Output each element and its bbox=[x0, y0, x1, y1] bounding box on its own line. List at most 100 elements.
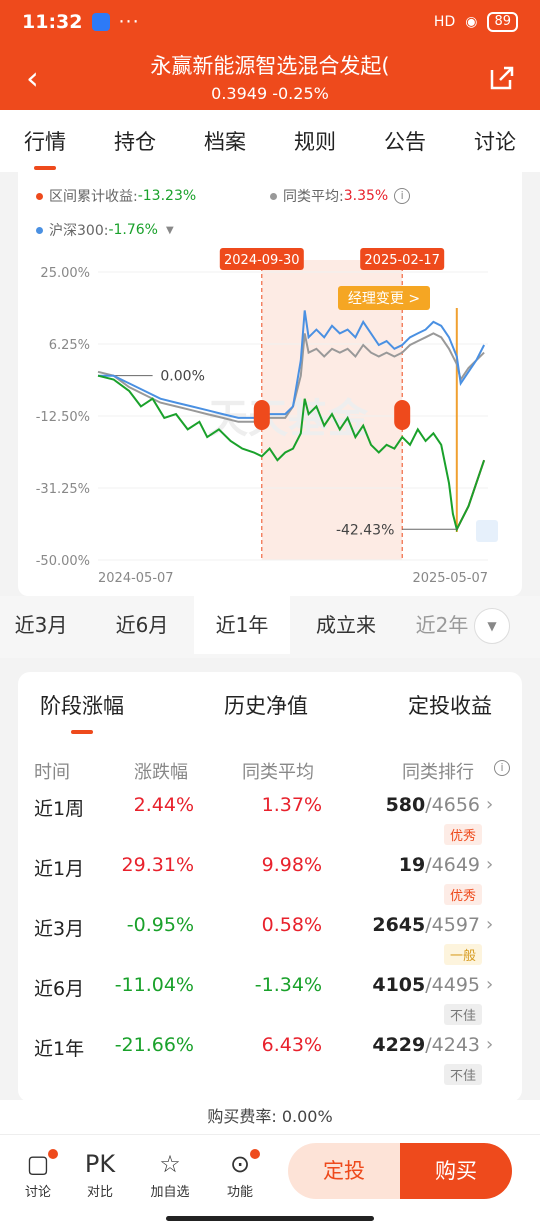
functions-button[interactable]: ⊙ 功能 bbox=[210, 1147, 270, 1200]
tab-holdings[interactable]: 持仓 bbox=[110, 126, 160, 156]
row-change: -0.95% bbox=[126, 914, 194, 936]
status-bar: 11:32 ··· HD ◉ 89 bbox=[0, 0, 540, 44]
row-rank[interactable]: 580/4656 bbox=[348, 794, 480, 816]
row-peer-avg: -1.34% bbox=[254, 974, 322, 996]
row-rank[interactable]: 2645/4597 bbox=[348, 914, 480, 936]
app-header: 11:32 ··· HD ◉ 89 ‹ 永赢新能源智选混合发起( 0.3949 … bbox=[0, 0, 540, 110]
row-change: -11.04% bbox=[114, 974, 194, 996]
row-period: 近3月 bbox=[34, 918, 85, 940]
pk-icon: PK bbox=[84, 1150, 116, 1178]
marker-date-label: 2024-09-30 bbox=[224, 253, 300, 268]
row-period: 近1周 bbox=[34, 798, 85, 820]
y-tick-label: -12.50% bbox=[36, 410, 90, 425]
chat-icon: ▢ bbox=[8, 1147, 68, 1181]
subtab-nav-history[interactable]: 历史净值 bbox=[224, 690, 308, 720]
range-handle-icon bbox=[394, 400, 411, 430]
row-peer-avg: 0.58% bbox=[261, 914, 322, 936]
back-icon[interactable]: ‹ bbox=[26, 60, 39, 96]
watermark: 天天基金 bbox=[208, 396, 369, 442]
y-tick-label: 25.00% bbox=[40, 266, 90, 281]
chevron-right-icon[interactable]: › bbox=[486, 794, 493, 815]
subtab-stage-return[interactable]: 阶段涨幅 bbox=[40, 690, 124, 720]
rank-badge: 一般 bbox=[444, 944, 483, 965]
battery-icon: 89 bbox=[487, 12, 518, 32]
row-change: 29.31% bbox=[121, 854, 194, 876]
performance-chart[interactable]: 25.00% 6.25% -12.50% -31.25% -50.00% 天天基金 2024… bbox=[18, 172, 522, 596]
discuss-label: 讨论 bbox=[24, 1185, 51, 1200]
header-peer-rank: 同类排行 bbox=[402, 762, 474, 783]
row-period: 近1月 bbox=[34, 858, 85, 880]
rank-badge: 优秀 bbox=[444, 884, 483, 905]
period-since-inception[interactable]: 成立来 bbox=[298, 596, 394, 654]
chart-panel: 区间累计收益: -13.23% 同类平均: 3.35% i 沪深300: -1.… bbox=[18, 172, 522, 596]
row-rank[interactable]: 4229/4243 bbox=[348, 1034, 480, 1056]
nav-subtitle: 0.3949 -0.25% bbox=[211, 84, 329, 103]
header-change: 涨跌幅 bbox=[134, 762, 188, 783]
header-period: 时间 bbox=[34, 762, 70, 783]
row-change: 2.44% bbox=[133, 794, 194, 816]
functions-label: 功能 bbox=[226, 1185, 253, 1200]
more-icon: ⊙ bbox=[210, 1147, 270, 1181]
rank-badge: 不佳 bbox=[444, 1064, 483, 1085]
chevron-right-icon[interactable]: › bbox=[486, 914, 493, 935]
purchase-fee: 购买费率: 0.00% bbox=[0, 1100, 540, 1134]
row-peer-avg: 1.37% bbox=[261, 794, 322, 816]
rank-badge: 不佳 bbox=[444, 1004, 483, 1025]
app-notification-icon bbox=[92, 13, 111, 31]
manager-change-label: 经理变更 > bbox=[348, 291, 420, 307]
rank-info-icon[interactable]: i bbox=[494, 760, 510, 776]
compare-label: 对比 bbox=[86, 1185, 113, 1200]
subtab-sip-return[interactable]: 定投收益 bbox=[408, 690, 492, 720]
row-period: 近1年 bbox=[34, 1038, 85, 1060]
period-3m[interactable]: 近3月 bbox=[0, 596, 82, 654]
add-watchlist-button[interactable]: ☆ 加自选 bbox=[140, 1147, 200, 1200]
tab-rules[interactable]: 规则 bbox=[290, 126, 340, 156]
min-label: -42.43% bbox=[336, 522, 394, 538]
notification-dot bbox=[250, 1149, 260, 1159]
watchlist-label: 加自选 bbox=[150, 1185, 190, 1200]
compare-button[interactable]: PK 对比 bbox=[70, 1147, 130, 1200]
rank-badge: 优秀 bbox=[444, 824, 483, 845]
star-icon: ☆ bbox=[159, 1150, 181, 1178]
chevron-right-icon[interactable]: › bbox=[486, 854, 493, 875]
wifi-icon: ◉ bbox=[465, 14, 478, 30]
range-handle-icon bbox=[253, 400, 270, 430]
chevron-right-icon[interactable]: › bbox=[486, 1034, 493, 1055]
notification-dot bbox=[48, 1149, 58, 1159]
share-icon[interactable] bbox=[488, 64, 516, 92]
chevron-down-icon[interactable]: ▼ bbox=[474, 608, 510, 644]
row-change: -21.66% bbox=[114, 1034, 194, 1056]
period-2y[interactable]: 近2年 bbox=[412, 596, 472, 654]
expand-icon bbox=[476, 520, 498, 542]
row-peer-avg: 6.43% bbox=[261, 1034, 322, 1056]
signal-label: HD bbox=[433, 14, 456, 30]
period-selector: 近3月 近6月 近1年 成立来 近2年 bbox=[0, 596, 540, 658]
row-rank[interactable]: 4105/4495 bbox=[348, 974, 480, 996]
tab-profile[interactable]: 档案 bbox=[200, 126, 250, 156]
row-rank[interactable]: 19/4649 bbox=[348, 854, 480, 876]
tab-announcements[interactable]: 公告 bbox=[380, 126, 430, 156]
status-dots: ··· bbox=[118, 11, 140, 33]
tab-market[interactable]: 行情 bbox=[20, 126, 70, 156]
row-period: 近6月 bbox=[34, 978, 85, 1000]
sip-button[interactable]: 定投 bbox=[288, 1143, 400, 1199]
discuss-button[interactable]: ▢ 讨论 bbox=[8, 1147, 68, 1200]
y-tick-label: 6.25% bbox=[49, 338, 90, 353]
row-peer-avg: 9.98% bbox=[261, 854, 322, 876]
period-6m[interactable]: 近6月 bbox=[96, 596, 188, 654]
home-indicator bbox=[166, 1216, 374, 1221]
marker-date-label: 2025-02-17 bbox=[364, 253, 440, 268]
tab-discussion[interactable]: 讨论 bbox=[470, 126, 520, 156]
chevron-right-icon[interactable]: › bbox=[486, 974, 493, 995]
buy-button[interactable]: 购买 bbox=[400, 1143, 512, 1199]
status-time: 11:32 bbox=[22, 11, 83, 33]
x-tick-label: 2024-05-07 bbox=[98, 571, 174, 586]
period-1y[interactable]: 近1年 bbox=[194, 596, 290, 654]
x-tick-label: 2025-05-07 bbox=[412, 571, 488, 586]
header-peer-avg: 同类平均 bbox=[242, 762, 314, 783]
performance-card: 阶段涨幅 历史净值 定投收益 时间 涨跌幅 同类平均 同类排行 i 近1周 2.4… bbox=[18, 672, 522, 1102]
zero-label: 0.00% bbox=[160, 369, 204, 385]
main-tabs: 行情 持仓 档案 规则 公告 讨论 bbox=[0, 110, 540, 172]
y-tick-label: -31.25% bbox=[36, 482, 90, 497]
y-tick-label: -50.00% bbox=[36, 554, 90, 569]
